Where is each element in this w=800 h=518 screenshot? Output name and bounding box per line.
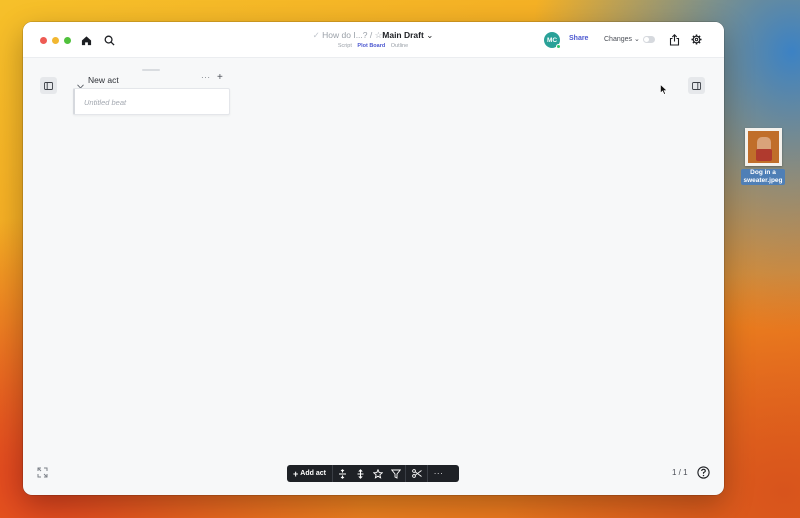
share-button[interactable]: Share: [569, 35, 588, 42]
move-vertical-icon: [357, 468, 363, 479]
filter-button[interactable]: [387, 465, 405, 482]
star-icon: [373, 468, 383, 479]
sidebar-left-icon: [44, 81, 53, 90]
avatar-initials: MC: [546, 36, 558, 44]
zoom-window-button[interactable]: [64, 37, 71, 44]
expand-icon[interactable]: [37, 467, 48, 478]
plus-icon: +: [293, 468, 299, 479]
search-icon[interactable]: [102, 33, 116, 47]
act-drag-handle[interactable]: [142, 69, 160, 71]
tab-plot-board[interactable]: Plot Board: [357, 43, 385, 49]
mode-tabs: Script Plot Board Outline: [273, 43, 473, 49]
filter-icon: [391, 469, 401, 479]
changes-button[interactable]: Changes ⌄: [604, 35, 640, 43]
draft-name[interactable]: Main Draft: [382, 30, 424, 40]
chevron-down-icon: ⌄: [633, 36, 640, 43]
saved-check-icon: ✓: [312, 30, 320, 40]
chevron-down-icon[interactable]: ⌄: [426, 30, 433, 40]
help-icon[interactable]: [697, 466, 710, 479]
avatar[interactable]: MC: [544, 32, 561, 49]
scissors-icon: [411, 469, 422, 478]
left-sidebar-toggle[interactable]: [40, 77, 57, 94]
right-sidebar-toggle[interactable]: [688, 77, 705, 94]
add-act-label: Add act: [300, 470, 326, 477]
online-status-dot: [556, 44, 561, 49]
add-beat-icon[interactable]: +: [217, 72, 223, 83]
image-thumbnail: [744, 128, 782, 166]
tab-outline[interactable]: Outline: [391, 43, 408, 49]
desktop-file-dog-image[interactable]: Dog in a sweater.jpeg: [738, 128, 788, 187]
changes-label: Changes: [604, 36, 633, 43]
home-icon[interactable]: [79, 33, 93, 47]
changes-toggle[interactable]: [643, 36, 655, 43]
file-name-line2: sweater.jpeg: [743, 177, 783, 184]
plot-board-toolbar: + Add act ···: [287, 465, 459, 482]
more-icon[interactable]: ···: [427, 465, 449, 482]
more-icon[interactable]: ···: [201, 73, 211, 82]
page-count: 1 / 1: [672, 468, 688, 477]
split-vertical-icon: [338, 468, 346, 479]
file-name-line1: Dog in a: [750, 169, 776, 176]
file-name-label: Dog in a sweater.jpeg: [741, 169, 785, 185]
move-vertical-button[interactable]: [351, 465, 369, 482]
minimize-window-button[interactable]: [52, 37, 59, 44]
export-icon[interactable]: [668, 33, 681, 46]
sidebar-right-icon: [692, 81, 701, 90]
gear-icon[interactable]: [690, 33, 703, 46]
split-vertical-button[interactable]: [333, 465, 351, 482]
beat-title[interactable]: Untitled beat: [84, 98, 126, 107]
close-window-button[interactable]: [40, 37, 47, 44]
add-act-button[interactable]: + Add act: [287, 465, 333, 482]
beat-card[interactable]: Untitled beat: [73, 88, 230, 115]
title-bar: ✓ How do I...? / ☆Main Draft ⌄ Script Pl…: [23, 22, 724, 58]
breadcrumb-project[interactable]: How do I...?: [322, 30, 367, 40]
tab-script[interactable]: Script: [338, 43, 352, 49]
scissors-button[interactable]: [405, 465, 427, 482]
act-header: New act ··· +: [75, 72, 230, 89]
app-window: ✓ How do I...? / ☆Main Draft ⌄ Script Pl…: [23, 22, 724, 495]
breadcrumb-separator: /: [369, 30, 373, 40]
document-title[interactable]: ✓ How do I...? / ☆Main Draft ⌄: [253, 30, 493, 41]
act-title[interactable]: New act: [88, 75, 119, 85]
mouse-cursor-icon: [660, 84, 668, 95]
star-button[interactable]: [369, 465, 387, 482]
